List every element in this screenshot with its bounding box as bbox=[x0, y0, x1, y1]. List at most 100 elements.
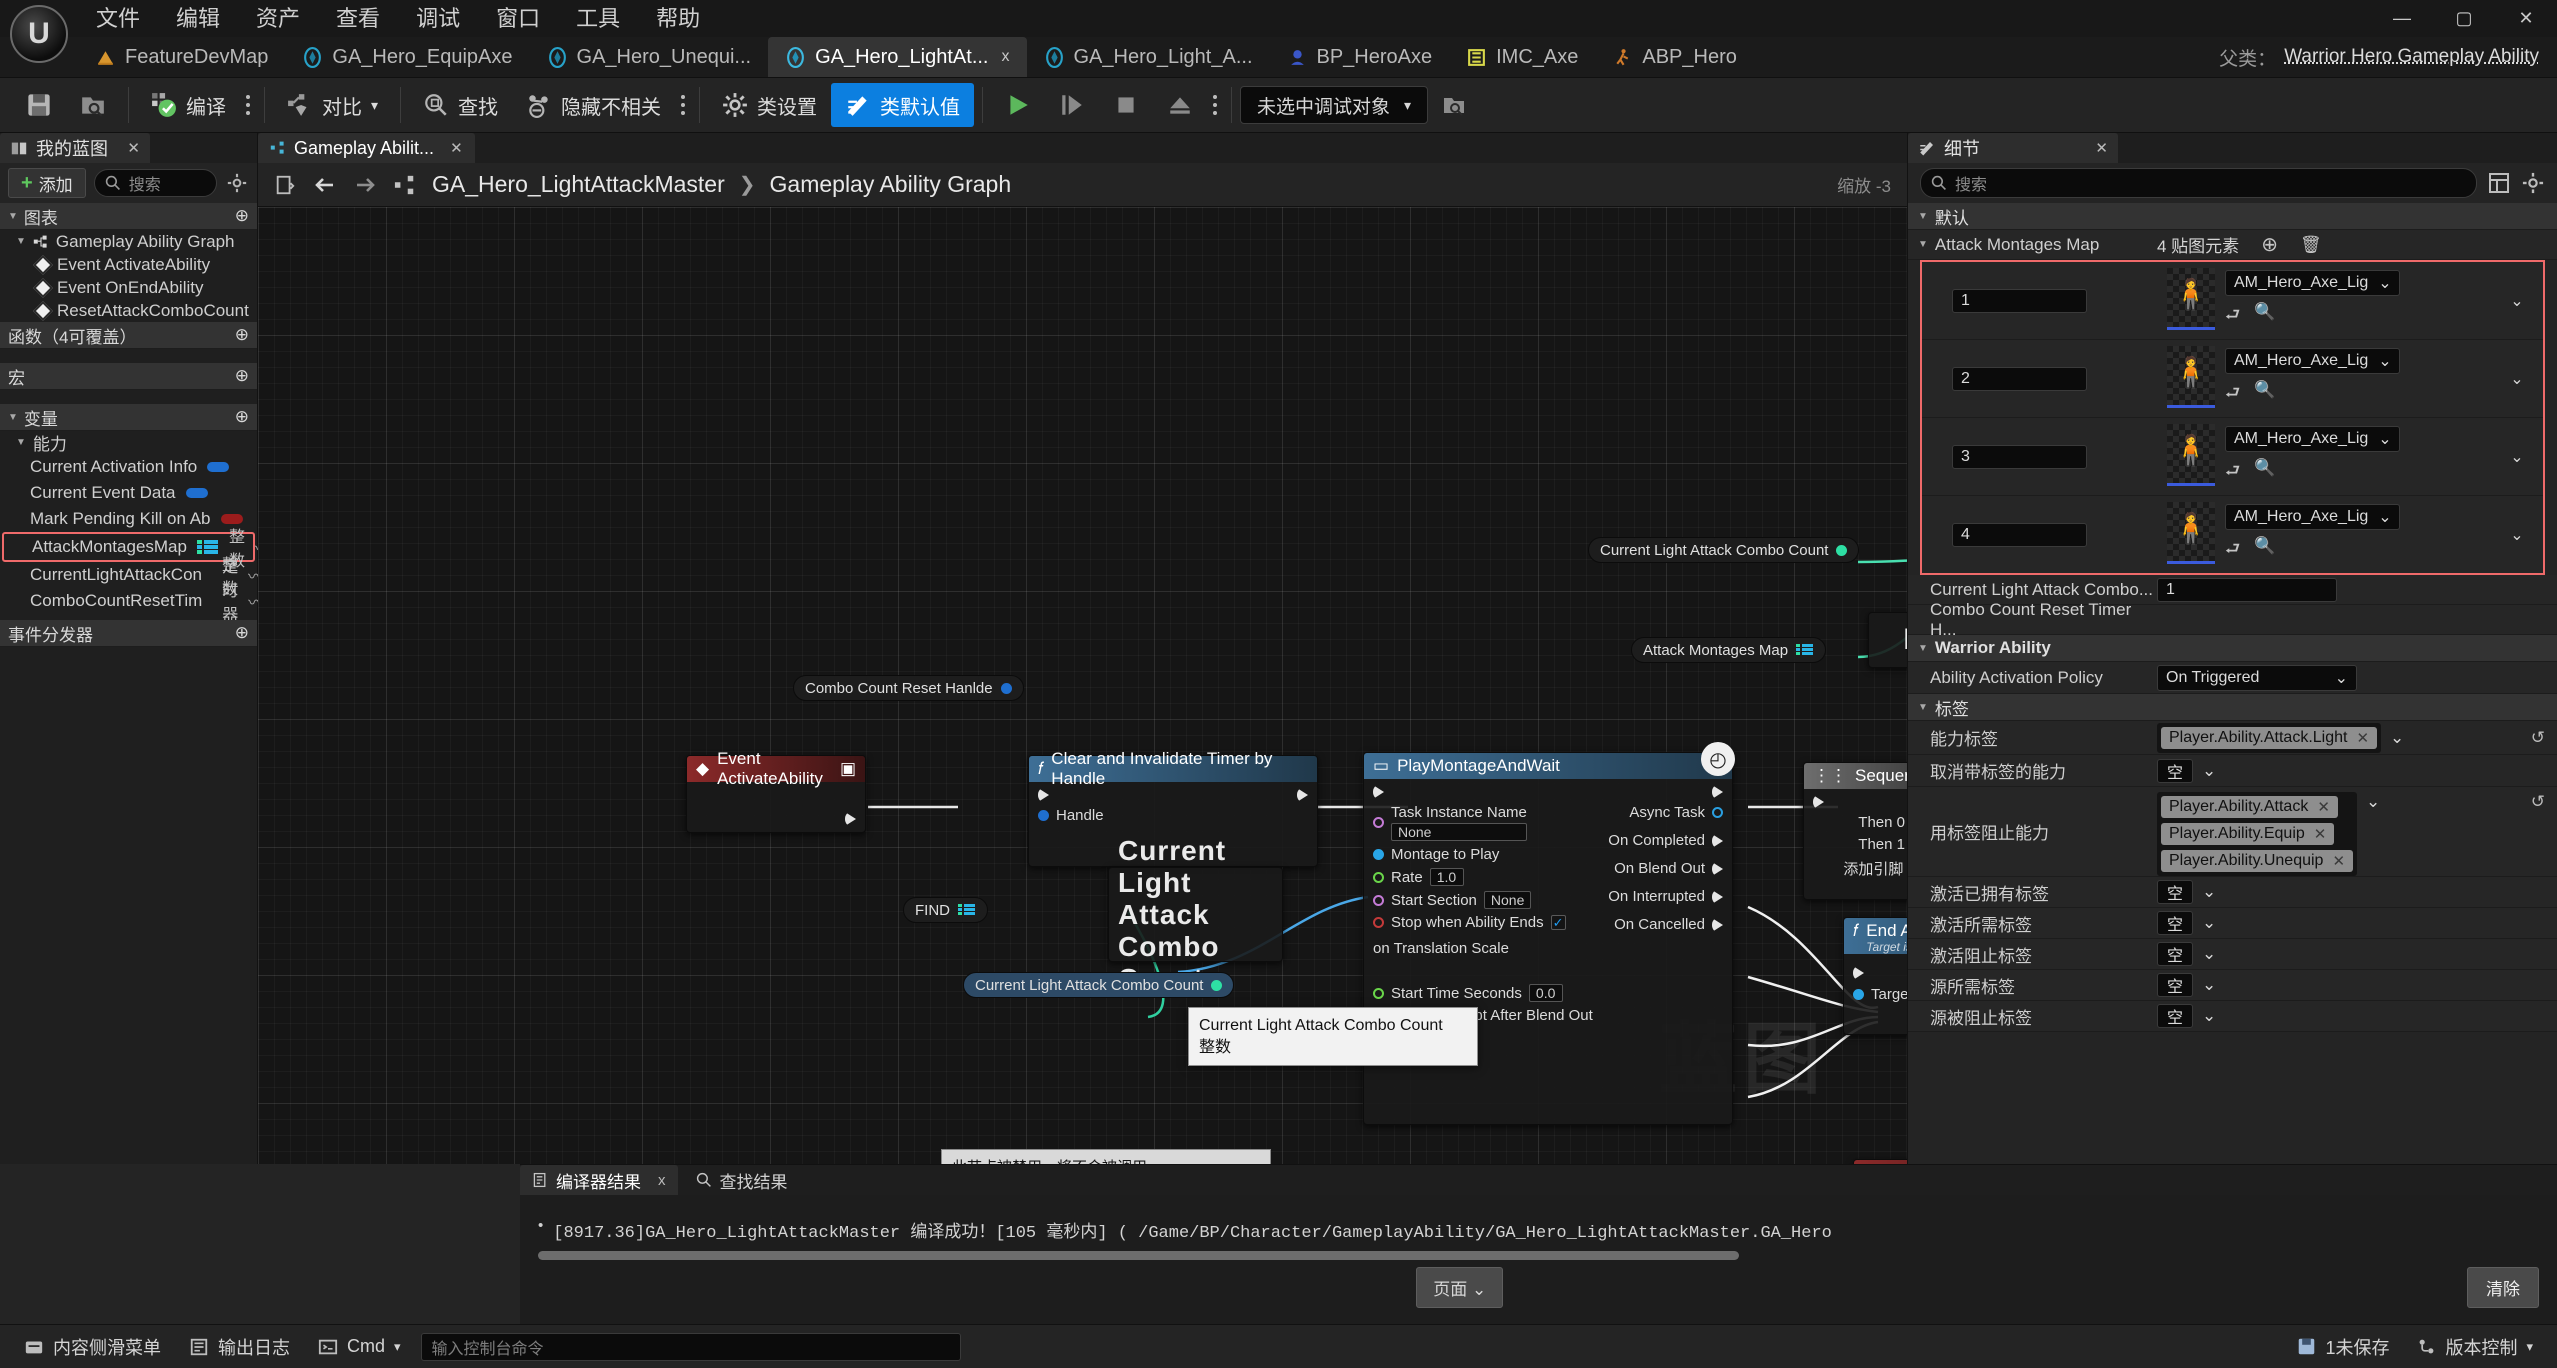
reset-icon[interactable]: ↺ bbox=[2531, 728, 2545, 748]
map-value-selector[interactable]: AM_Hero_Axe_Lig ⌄ bbox=[2225, 426, 2400, 452]
map-value-selector[interactable]: AM_Hero_Axe_Lig ⌄ bbox=[2225, 270, 2400, 296]
asset-thumbnail[interactable]: 🧍 bbox=[2167, 268, 2215, 330]
tab-compiler-results[interactable]: 编译器结果 x bbox=[520, 1165, 678, 1195]
menu-file[interactable]: 文件 bbox=[78, 0, 158, 37]
output-exec-pin[interactable] bbox=[1712, 917, 1723, 932]
use-selected-asset-icon[interactable]: ⮐ bbox=[2225, 536, 2240, 565]
variable-current-activation-info[interactable]: Current Activation Info bbox=[0, 454, 257, 480]
chevron-down-icon[interactable]: ⌄ bbox=[2202, 913, 2216, 933]
close-icon[interactable]: x bbox=[1002, 48, 1010, 66]
output-pin[interactable] bbox=[1211, 979, 1223, 991]
page-button[interactable]: 页面 ⌄ bbox=[1416, 1267, 1504, 1308]
step-button[interactable] bbox=[1045, 83, 1099, 127]
find-button[interactable]: 查找 bbox=[409, 83, 512, 127]
close-icon[interactable]: ✕ bbox=[450, 139, 463, 157]
map-value-selector[interactable]: AM_Hero_Axe_Lig ⌄ bbox=[2225, 504, 2400, 530]
node-pin-stop-when-ability-ends[interactable]: Stop when Ability Ends ✓ bbox=[1373, 914, 1593, 931]
tree-item-event-onendability[interactable]: Event OnEndAbility bbox=[0, 276, 257, 299]
property-source-blocked-tags[interactable]: 源被阻止标签 空 ⌄ bbox=[1908, 1001, 2557, 1032]
node-play-montage-and-wait[interactable]: ▭ PlayMontageAndWait Task Instance Name … bbox=[1363, 752, 1733, 1125]
node-pin-on-cancelled[interactable]: On Cancelled bbox=[1614, 916, 1723, 933]
compile-options-icon[interactable] bbox=[240, 83, 256, 127]
variable-combocountresettimer[interactable]: ComboCountResetTim 定时器柄 〰 bbox=[0, 559, 264, 648]
close-icon[interactable]: ✕ bbox=[127, 139, 140, 157]
chevron-down-icon[interactable]: ⌄ bbox=[2202, 882, 2216, 902]
input-pin[interactable] bbox=[1853, 988, 1864, 1000]
minimize-button[interactable]: — bbox=[2371, 0, 2433, 37]
browse-asset-button[interactable] bbox=[66, 83, 120, 127]
node-find[interactable]: Current Light Attack Combo Count bbox=[1108, 835, 1283, 994]
details-scroll-area[interactable]: ▼ 默认 ▼ Attack Montages Map 4 贴图元素 ⊕ 🗑 1 … bbox=[1908, 203, 2557, 1164]
breadcrumb-root[interactable]: GA_Hero_LightAttackMaster bbox=[432, 171, 725, 198]
ability-activation-policy-select[interactable]: On Triggered ⌄ bbox=[2157, 664, 2357, 691]
tree-item-gameplay-ability-graph[interactable]: ▼ Gameplay Ability Graph bbox=[0, 230, 257, 253]
map-key-input[interactable]: 3 bbox=[1952, 444, 2087, 469]
add-macro-icon[interactable]: ⊕ bbox=[235, 366, 249, 386]
section-functions[interactable]: 函数（4可覆盖） ⊕ bbox=[0, 322, 257, 349]
node-pin-on-completed[interactable]: On Completed bbox=[1608, 832, 1723, 849]
input-pin[interactable] bbox=[1373, 987, 1384, 999]
node-pin-handle[interactable]: Handle bbox=[1038, 807, 1308, 824]
input-pin[interactable] bbox=[1373, 817, 1384, 828]
output-exec-pin[interactable] bbox=[1712, 785, 1723, 799]
tab-bp-heroaxe[interactable]: BP_HeroAxe bbox=[1270, 37, 1450, 77]
property-value-input[interactable]: 1 bbox=[2157, 577, 2337, 602]
grid-view-icon[interactable] bbox=[2487, 171, 2511, 195]
remove-tag-icon[interactable]: ✕ bbox=[2356, 729, 2369, 747]
node-pin-target[interactable]: Target self bbox=[1853, 985, 1907, 1003]
blueprint-graph-canvas[interactable]: 蓝图 Current Light Attack Combo Count Atta… bbox=[258, 207, 1907, 1164]
node-pin-async-task[interactable]: Async Task bbox=[1629, 804, 1723, 821]
section-macros[interactable]: 宏 ⊕ bbox=[0, 363, 257, 390]
variable-currentlightattackcombocount[interactable]: CurrentLightAttackCon 整数 〰 bbox=[0, 557, 264, 598]
node-add-pin-button[interactable]: 添加引脚 ⊕ bbox=[1813, 858, 1907, 879]
property-cancel-abilities-with-tag[interactable]: 取消带标签的能力 空 ⌄ bbox=[1908, 755, 2557, 787]
output-exec-pin[interactable] bbox=[845, 812, 856, 826]
tab-find-results[interactable]: 查找结果 bbox=[684, 1165, 800, 1195]
tab-featuredevmap[interactable]: FeatureDevMap bbox=[78, 37, 285, 77]
browse-asset-icon[interactable]: 🔍 bbox=[2254, 536, 2275, 565]
pin-value[interactable]: 1.0 bbox=[1429, 868, 1464, 886]
maximize-button[interactable]: ▢ bbox=[2433, 0, 2495, 37]
node-pin-on-interrupted[interactable]: On Interrupted bbox=[1608, 888, 1723, 905]
add-element-icon[interactable]: ⊕ bbox=[2261, 232, 2278, 257]
node-event-activate-ability[interactable]: ◆ Event ActivateAbility ▣ bbox=[686, 749, 866, 833]
remove-tag-icon[interactable]: ✕ bbox=[2314, 825, 2327, 843]
node-pin-then-1[interactable]: Then 1 bbox=[1813, 836, 1907, 853]
input-exec-pin[interactable] bbox=[1853, 966, 1864, 980]
empty-tag-value[interactable]: 空 bbox=[2157, 911, 2193, 935]
unreal-logo-icon[interactable]: U bbox=[10, 5, 68, 63]
chevron-down-icon[interactable]: ▼ bbox=[1918, 239, 1928, 250]
input-exec-pin[interactable] bbox=[1373, 785, 1384, 799]
node-sequence[interactable]: ⋮⋮ Sequence Then 0 Then 1 bbox=[1803, 762, 1907, 900]
node-length[interactable]: LENGTH bbox=[1868, 612, 1907, 668]
pin-value[interactable]: None bbox=[1483, 891, 1532, 909]
eject-button[interactable] bbox=[1153, 83, 1207, 127]
tab-abp-hero[interactable]: ABP_Hero bbox=[1595, 37, 1754, 77]
node-current-light-attack-combo-count-top[interactable]: Current Light Attack Combo Count bbox=[1588, 537, 1860, 563]
row-expander[interactable]: ⌄ bbox=[2491, 262, 2543, 339]
details-tab[interactable]: 细节 ✕ bbox=[1908, 133, 2118, 163]
section-default[interactable]: ▼ 默认 bbox=[1908, 203, 2557, 230]
map-key-input[interactable]: 2 bbox=[1952, 366, 2087, 391]
empty-tag-value[interactable]: 空 bbox=[2157, 973, 2193, 997]
graph-options-icon[interactable] bbox=[272, 172, 298, 198]
search-input[interactable]: 搜索 bbox=[93, 169, 217, 197]
input-exec-pin[interactable] bbox=[1813, 795, 1824, 809]
output-exec-pin[interactable] bbox=[1712, 889, 1723, 904]
add-graph-icon[interactable]: ⊕ bbox=[235, 206, 249, 226]
tree-item-event-activateability[interactable]: Event ActivateAbility bbox=[0, 253, 257, 276]
diff-button[interactable]: 对比 ▾ bbox=[273, 83, 392, 127]
breadcrumb-leaf[interactable]: Gameplay Ability Graph bbox=[770, 171, 1012, 198]
add-dispatcher-icon[interactable]: ⊕ bbox=[235, 623, 249, 643]
section-event-dispatchers[interactable]: 事件分发器 ⊕ bbox=[0, 620, 257, 647]
gear-icon[interactable] bbox=[2521, 171, 2545, 195]
empty-tag-value[interactable]: 空 bbox=[2157, 880, 2193, 904]
compile-button[interactable]: 编译 bbox=[137, 83, 240, 127]
node-pin-rate[interactable]: Rate 1.0 bbox=[1373, 868, 1593, 886]
asset-thumbnail[interactable]: 🧍 bbox=[2167, 424, 2215, 486]
map-key-input[interactable]: 1 bbox=[1952, 288, 2087, 313]
details-search-input[interactable]: 搜索 bbox=[1920, 168, 2477, 198]
forward-button[interactable] bbox=[352, 172, 378, 198]
property-activation-owned-tags[interactable]: 激活已拥有标签 空 ⌄ bbox=[1908, 877, 2557, 908]
asset-thumbnail[interactable]: 🧍 bbox=[2167, 346, 2215, 408]
